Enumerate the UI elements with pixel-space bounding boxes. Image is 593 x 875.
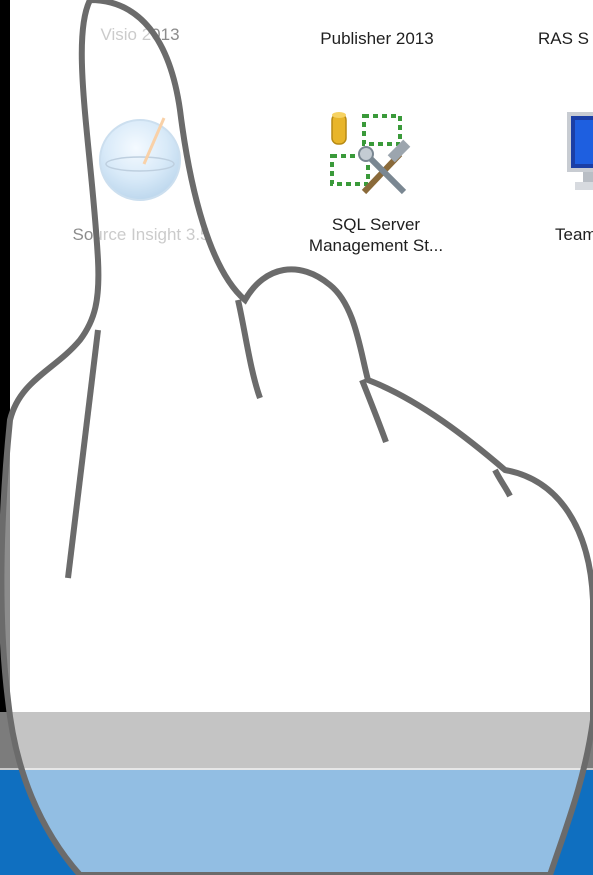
- pointing-hand-overlay: [0, 0, 593, 875]
- hand-outline: [0, 0, 593, 875]
